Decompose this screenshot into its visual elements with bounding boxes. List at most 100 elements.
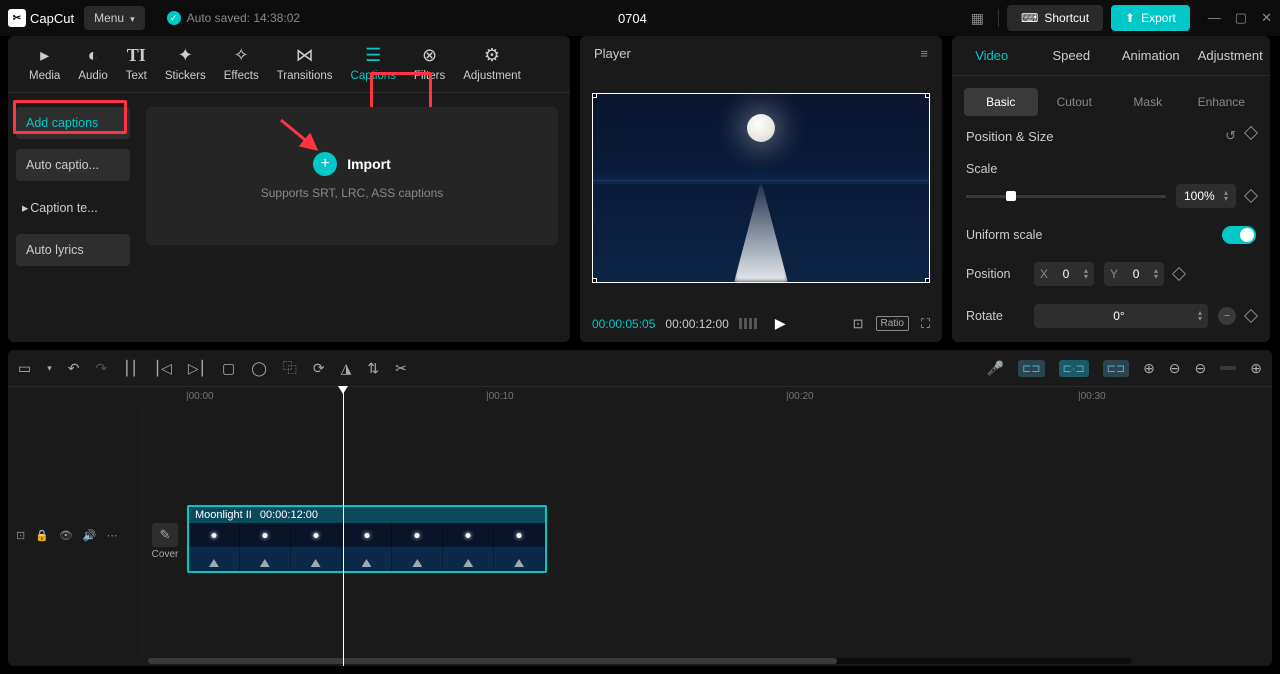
play-button[interactable]: ▶ bbox=[775, 315, 786, 332]
keyframe-icon[interactable] bbox=[1244, 126, 1258, 140]
timeline-scrollbar[interactable] bbox=[8, 656, 1272, 666]
subtab-mask[interactable]: Mask bbox=[1111, 88, 1185, 116]
scale-slider[interactable] bbox=[966, 195, 1166, 198]
tab-speed[interactable]: Speed bbox=[1032, 36, 1112, 75]
media-top-tabs: ▸Media ◐Audio TIText ✦Stickers ✧Effects … bbox=[8, 36, 570, 93]
track-mute-icon[interactable]: 🔊 bbox=[83, 529, 97, 542]
minimize-button[interactable]: — bbox=[1208, 10, 1221, 26]
marker-icon[interactable]: ◯ bbox=[251, 360, 267, 377]
zoom-out-icon[interactable]: ⊖ bbox=[1169, 360, 1181, 377]
check-icon: ✓ bbox=[167, 11, 181, 25]
flip-icon[interactable]: ⇅ bbox=[367, 360, 379, 377]
subtab-enhance[interactable]: Enhance bbox=[1185, 88, 1259, 116]
tab-adjustment[interactable]: ⚙Adjustment bbox=[454, 44, 530, 92]
scale-value-input[interactable]: 100%▴▾ bbox=[1176, 184, 1236, 208]
shortcut-button[interactable]: ⌨ Shortcut bbox=[1007, 5, 1103, 31]
tab-stickers[interactable]: ✦Stickers bbox=[156, 44, 215, 92]
keyframe-icon[interactable] bbox=[1244, 309, 1258, 323]
section-position-size[interactable]: Position & Size ↺ bbox=[966, 128, 1256, 144]
snap2-icon[interactable]: ⊏·⊐ bbox=[1059, 360, 1089, 377]
video-clip[interactable]: Moonlight II 00:00:12:00 bbox=[187, 505, 547, 573]
close-button[interactable]: ✕ bbox=[1261, 10, 1272, 26]
track-lock-icon[interactable]: 🔒 bbox=[35, 529, 49, 542]
rotate-reset-icon[interactable]: − bbox=[1218, 307, 1236, 325]
resize-handle[interactable] bbox=[592, 278, 597, 283]
trim-right-icon[interactable]: ▷⎮ bbox=[188, 360, 206, 377]
timeline-panel: ▭ ▾ ↶ ↷ ⎮⎮ ⎮◁ ▷⎮ ▢ ◯ ⿻ ⟳ ◮ ⇅ ✂ 🎤 ⊏⊐ ⊏·⊐ … bbox=[8, 350, 1272, 666]
subtab-cutout[interactable]: Cutout bbox=[1038, 88, 1112, 116]
group-icon[interactable]: ⿻ bbox=[283, 358, 297, 378]
tab-animation[interactable]: Animation bbox=[1111, 36, 1191, 75]
timeline-tracks[interactable]: Moonlight II 00:00:12:00 bbox=[143, 409, 1272, 656]
redo-icon[interactable]: ↷ bbox=[96, 360, 108, 377]
subtab-basic[interactable]: Basic bbox=[964, 88, 1038, 116]
segment-icon[interactable] bbox=[739, 318, 757, 329]
playhead[interactable] bbox=[343, 387, 344, 666]
align-icon[interactable]: ⊕ bbox=[1143, 360, 1155, 377]
layout-icon[interactable]: ▦ bbox=[965, 6, 990, 31]
select-tool-icon[interactable]: ▭ bbox=[18, 360, 31, 377]
tab-effects[interactable]: ✧Effects bbox=[215, 44, 268, 92]
reset-icon[interactable]: ↺ bbox=[1225, 128, 1236, 144]
split-icon[interactable]: ⎮⎮ bbox=[123, 360, 138, 377]
stepper-icon[interactable]: ▴▾ bbox=[1084, 268, 1088, 280]
tab-adjustment-right[interactable]: Adjustment bbox=[1191, 36, 1271, 75]
player-menu-icon[interactable]: ≡ bbox=[920, 46, 928, 61]
clip-thumbnails bbox=[189, 523, 545, 571]
divider bbox=[998, 9, 999, 27]
project-title[interactable]: 0704 bbox=[310, 11, 955, 26]
zoom-fit-icon[interactable]: ⊕ bbox=[1250, 360, 1262, 377]
ratio-button[interactable]: Ratio bbox=[876, 316, 909, 331]
snap1-icon[interactable]: ⊏⊐ bbox=[1018, 360, 1044, 377]
snap3-icon[interactable]: ⊏⊐ bbox=[1103, 360, 1129, 377]
tab-video[interactable]: Video bbox=[952, 36, 1032, 75]
track-more-icon[interactable]: ⋯ bbox=[107, 529, 118, 542]
resize-handle[interactable] bbox=[592, 93, 597, 98]
compare-icon[interactable]: ⊡ bbox=[853, 316, 864, 332]
import-card[interactable]: + Import Supports SRT, LRC, ASS captions bbox=[146, 107, 558, 245]
timeline-ruler[interactable]: |00:00 |00:10 |00:20 |00:30 bbox=[8, 387, 1272, 409]
menu-button[interactable]: Menu bbox=[84, 6, 145, 30]
zoom-in-icon[interactable]: ⊖ bbox=[1195, 360, 1207, 377]
tab-text[interactable]: TIText bbox=[117, 44, 156, 92]
maximize-button[interactable]: ▢ bbox=[1235, 10, 1247, 26]
track-visible-icon[interactable]: 👁 bbox=[59, 529, 73, 542]
tab-audio[interactable]: ◐Audio bbox=[69, 44, 116, 92]
undo-icon[interactable]: ↶ bbox=[68, 360, 80, 377]
rotate-input[interactable]: 0°▴▾ bbox=[1034, 304, 1208, 328]
auto-captions-button[interactable]: Auto captio... bbox=[16, 149, 130, 181]
position-y-input[interactable]: Y0▴▾ bbox=[1104, 262, 1164, 286]
caption-templates-button[interactable]: ▸Caption te... bbox=[16, 191, 130, 224]
audio-icon: ◐ bbox=[88, 44, 99, 66]
stepper-icon[interactable]: ▴▾ bbox=[1198, 310, 1202, 322]
auto-lyrics-button[interactable]: Auto lyrics bbox=[16, 234, 130, 266]
player-title: Player bbox=[594, 46, 631, 61]
annotation-arrow bbox=[276, 115, 326, 155]
rotate-icon[interactable]: ⟳ bbox=[313, 360, 325, 377]
tab-media[interactable]: ▸Media bbox=[20, 44, 69, 92]
tab-transitions[interactable]: ⋈Transitions bbox=[268, 44, 342, 92]
tool-dropdown-icon[interactable]: ▾ bbox=[47, 363, 52, 374]
fullscreen-icon[interactable]: ⛶ bbox=[921, 316, 930, 332]
stepper-icon[interactable]: ▴▾ bbox=[1224, 190, 1228, 202]
keyframe-icon[interactable] bbox=[1172, 267, 1186, 281]
stepper-icon[interactable]: ▴▾ bbox=[1154, 268, 1158, 280]
mirror-icon[interactable]: ◮ bbox=[341, 360, 352, 377]
track-collapse-icon[interactable]: ⊡ bbox=[16, 529, 25, 542]
resize-handle[interactable] bbox=[925, 93, 930, 98]
effects-icon: ✧ bbox=[234, 44, 249, 66]
keyframe-icon[interactable] bbox=[1244, 189, 1258, 203]
position-x-input[interactable]: X0▴▾ bbox=[1034, 262, 1094, 286]
trim-left-icon[interactable]: ⎮◁ bbox=[154, 360, 172, 377]
position-label: Position bbox=[966, 267, 1024, 281]
export-button[interactable]: ⬆ Export bbox=[1111, 5, 1190, 31]
crop-icon[interactable]: ✂ bbox=[395, 360, 407, 377]
resize-handle[interactable] bbox=[925, 278, 930, 283]
preview-content bbox=[747, 114, 775, 142]
video-preview[interactable] bbox=[592, 93, 930, 283]
zoom-slider[interactable] bbox=[1220, 366, 1236, 370]
mic-icon[interactable]: 🎤 bbox=[987, 360, 1004, 377]
uniform-scale-toggle[interactable] bbox=[1222, 226, 1256, 244]
delete-icon[interactable]: ▢ bbox=[222, 360, 235, 377]
adjustment-icon: ⚙ bbox=[484, 44, 500, 66]
